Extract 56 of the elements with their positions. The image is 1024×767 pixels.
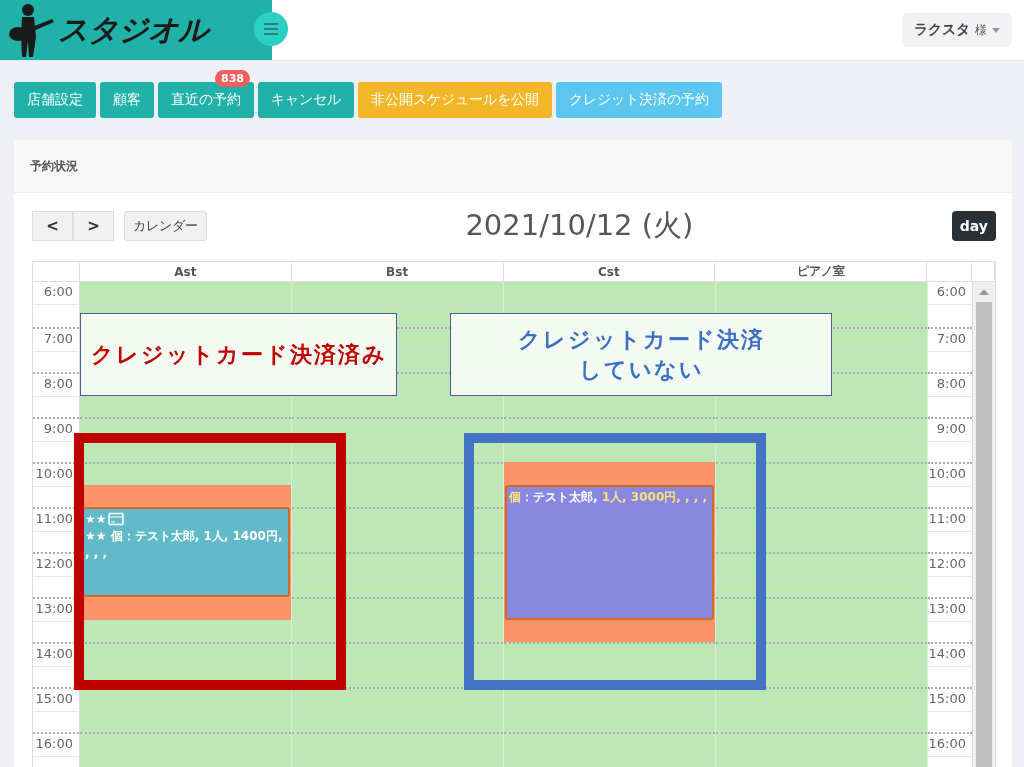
prev-button[interactable]: < (32, 211, 73, 241)
action-button[interactable]: 店舗設定 (14, 82, 96, 118)
time-label: 11:00 (35, 510, 74, 527)
action-button[interactable]: クレジット決済の予約 (556, 82, 722, 118)
day-view-button[interactable]: day (951, 211, 996, 241)
time-label: 7:00 (43, 330, 74, 347)
time-label: 7:00 (936, 330, 967, 347)
time-label: 8:00 (43, 375, 74, 392)
time-label: 15:00 (35, 690, 74, 707)
event-text: 1人, 3000円, , , , (601, 489, 707, 504)
time-label: 16:00 (35, 735, 74, 752)
callout-label: クレジットカード決済していない (516, 325, 766, 384)
time-label: 12:00 (35, 555, 74, 572)
time-label: 9:00 (936, 420, 967, 437)
action-button[interactable]: キャンセル (258, 82, 354, 118)
time-label: 9:00 (43, 420, 74, 437)
time-label: 11:00 (928, 510, 967, 527)
time-label: 13:00 (35, 600, 74, 617)
reservation-event[interactable]: 個：テスト太郎, 1人, 3000円, , , , (505, 484, 714, 620)
time-label: 10:00 (35, 465, 74, 482)
action-button[interactable]: 顧客 (100, 82, 154, 118)
resource-header: Ast (174, 264, 197, 279)
time-label: 14:00 (928, 645, 967, 662)
event-stars: ★★ (85, 511, 107, 528)
time-label: 15:00 (928, 690, 967, 707)
calendar-button[interactable]: カレンダー (124, 211, 207, 241)
resource-header: ピアノ室 (796, 263, 845, 280)
resource-header: Bst (386, 264, 409, 279)
time-label: 12:00 (928, 555, 967, 572)
user-menu-button[interactable]: ラクスタ 様 (902, 13, 1012, 47)
event-text: ★★ 個：テスト太郎, 1人, 1400円, , , , (85, 529, 283, 560)
menu-icon (264, 23, 278, 35)
event-text: 個 (509, 489, 521, 504)
time-label: 14:00 (35, 645, 74, 662)
panel-title: 予約状況 (30, 157, 78, 175)
guitarist-icon (6, 2, 56, 58)
time-label: 13:00 (928, 600, 967, 617)
caret-icon (992, 27, 1000, 33)
time-label: 6:00 (43, 283, 74, 300)
scroll-up-icon (979, 289, 989, 295)
action-button[interactable]: 非公開スケジュールを公開 (358, 82, 552, 118)
callout-label: クレジットカード決済済み (89, 340, 388, 369)
time-label: 6:00 (936, 283, 967, 300)
reservation-event[interactable]: ★★ ★★ 個：テスト太郎, 1人, 1400円, , , , (81, 507, 290, 597)
action-button[interactable]: 直近の予約 (158, 82, 254, 118)
calendar-title: 2021/10/12 (火) (464, 207, 695, 244)
event-text: ：テスト太郎, (521, 489, 599, 504)
menu-button[interactable] (254, 12, 288, 46)
count-badge: 838 (215, 70, 250, 87)
time-label: 16:00 (928, 735, 967, 752)
next-button[interactable]: > (73, 211, 114, 241)
time-label: 8:00 (936, 375, 967, 392)
resource-header: Cst (598, 264, 620, 279)
credit-card-icon (107, 512, 124, 526)
scrollbar[interactable] (973, 282, 995, 767)
time-label: 10:00 (928, 465, 967, 482)
